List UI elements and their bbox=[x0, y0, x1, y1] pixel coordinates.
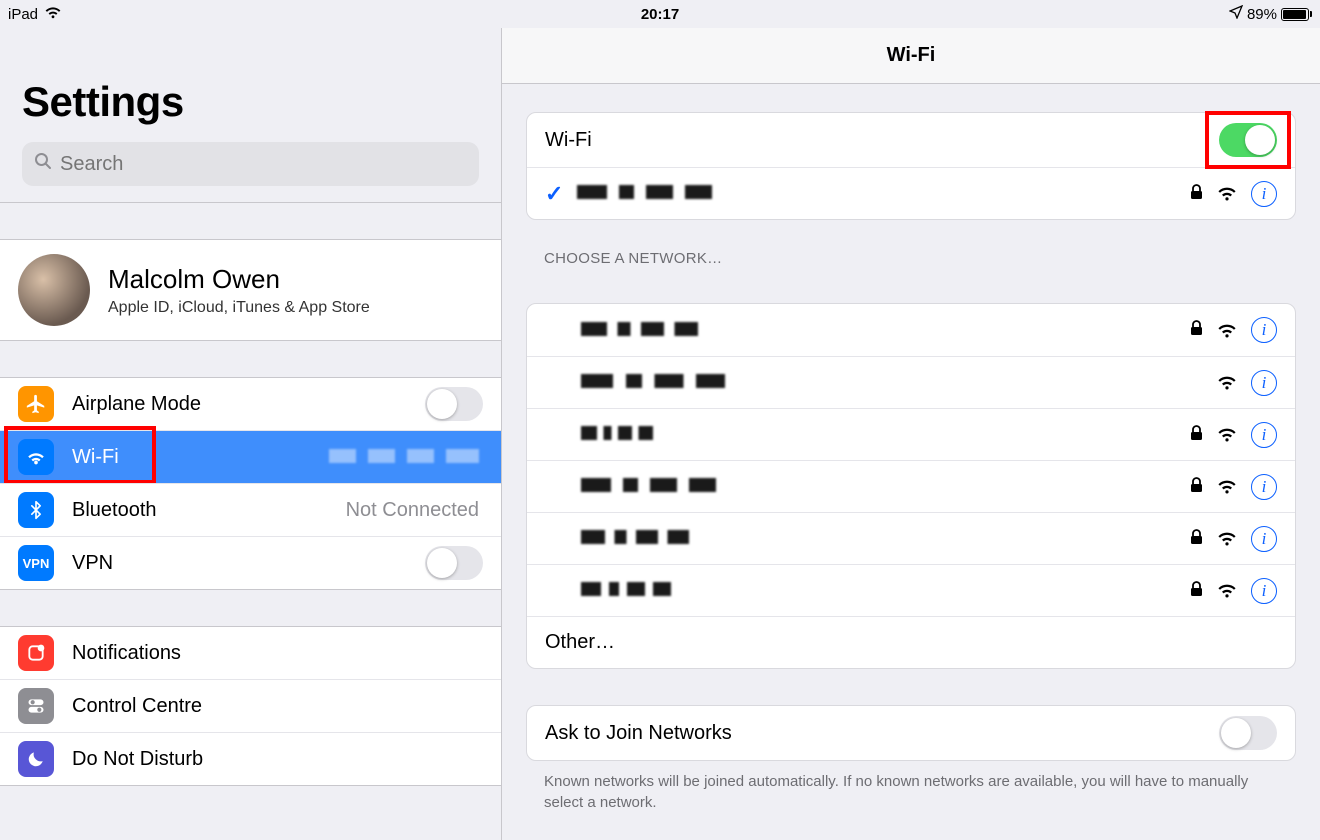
notifications-icon bbox=[18, 635, 54, 671]
vpn-toggle[interactable] bbox=[425, 546, 483, 580]
wifi-signal-icon bbox=[1217, 583, 1237, 598]
airplane-toggle[interactable] bbox=[425, 387, 483, 421]
clock: 20:17 bbox=[641, 6, 679, 23]
ask-to-join-toggle[interactable] bbox=[1219, 716, 1277, 750]
control-centre-label: Control Centre bbox=[72, 695, 483, 718]
wifi-signal-icon bbox=[1217, 186, 1237, 201]
sidebar-item-control-centre[interactable]: Control Centre bbox=[0, 679, 501, 732]
network-row[interactable]: i bbox=[527, 356, 1295, 408]
wifi-switch-row: Wi-Fi bbox=[527, 113, 1295, 167]
sidebar-item-do-not-disturb[interactable]: Do Not Disturb bbox=[0, 732, 501, 785]
wifi-signal-icon bbox=[1217, 479, 1237, 494]
info-button[interactable]: i bbox=[1251, 317, 1277, 343]
do-not-disturb-icon bbox=[18, 741, 54, 777]
sidebar-item-wifi[interactable]: Wi-Fi bbox=[0, 430, 501, 483]
info-button[interactable]: i bbox=[1251, 422, 1277, 448]
sidebar-item-airplane-mode[interactable]: Airplane Mode bbox=[0, 378, 501, 430]
info-button[interactable]: i bbox=[1251, 370, 1277, 396]
available-networks-list: i i i i i i Other… bbox=[526, 303, 1296, 669]
network-ssid bbox=[581, 319, 711, 342]
info-button[interactable]: i bbox=[1251, 474, 1277, 500]
avatar bbox=[18, 254, 90, 326]
wifi-switch-label: Wi-Fi bbox=[545, 129, 592, 152]
network-ssid bbox=[581, 579, 681, 602]
battery-icon bbox=[1281, 8, 1312, 21]
ask-to-join-label: Ask to Join Networks bbox=[545, 722, 732, 745]
search-field[interactable] bbox=[22, 142, 479, 186]
status-bar: iPad 20:17 89% bbox=[0, 0, 1320, 28]
detail-title: Wi-Fi bbox=[502, 28, 1320, 84]
account-name: Malcolm Owen bbox=[108, 264, 370, 295]
search-input[interactable] bbox=[60, 153, 467, 176]
lock-icon bbox=[1190, 184, 1203, 204]
wifi-master-toggle[interactable] bbox=[1219, 123, 1277, 157]
wifi-value bbox=[329, 446, 483, 469]
other-label: Other… bbox=[545, 631, 615, 654]
wifi-signal-icon bbox=[1217, 531, 1237, 546]
lock-icon bbox=[1190, 477, 1203, 497]
ask-to-join-row: Ask to Join Networks bbox=[527, 706, 1295, 760]
ask-to-join-footer: Known networks will be joined automatica… bbox=[526, 761, 1296, 813]
other-network-row[interactable]: Other… bbox=[527, 616, 1295, 668]
detail-panel: Wi-Fi Wi-Fi ✓ bbox=[502, 28, 1320, 840]
lock-icon bbox=[1190, 581, 1203, 601]
connected-network-row[interactable]: ✓ i bbox=[527, 167, 1295, 219]
network-ssid bbox=[581, 371, 741, 394]
network-ssid bbox=[581, 475, 731, 498]
choose-network-header: Choose a Network… bbox=[526, 220, 1296, 275]
vpn-icon: VPN bbox=[18, 545, 54, 581]
network-ssid bbox=[581, 527, 701, 550]
apple-id-row[interactable]: Malcolm Owen Apple ID, iCloud, iTunes & … bbox=[0, 240, 501, 340]
location-icon bbox=[1229, 5, 1243, 23]
info-button[interactable]: i bbox=[1251, 578, 1277, 604]
device-label: iPad bbox=[8, 6, 38, 23]
lock-icon bbox=[1190, 425, 1203, 445]
bluetooth-value: Not Connected bbox=[346, 499, 483, 522]
network-ssid bbox=[581, 423, 661, 446]
account-subtitle: Apple ID, iCloud, iTunes & App Store bbox=[108, 299, 370, 317]
wifi-signal-icon bbox=[1217, 323, 1237, 338]
sidebar-item-bluetooth[interactable]: Bluetooth Not Connected bbox=[0, 483, 501, 536]
wifi-signal-icon bbox=[1217, 375, 1237, 390]
wifi-status-icon bbox=[44, 6, 62, 23]
sidebar-item-notifications[interactable]: Notifications bbox=[0, 627, 501, 679]
info-button[interactable]: i bbox=[1251, 181, 1277, 207]
lock-icon bbox=[1190, 320, 1203, 340]
wifi-icon bbox=[18, 439, 54, 475]
dnd-label: Do Not Disturb bbox=[72, 748, 483, 771]
vpn-label: VPN bbox=[72, 552, 425, 575]
network-row[interactable]: i bbox=[527, 564, 1295, 616]
network-row[interactable]: i bbox=[527, 304, 1295, 356]
checkmark-icon: ✓ bbox=[545, 181, 563, 207]
sidebar-item-vpn[interactable]: VPN VPN bbox=[0, 536, 501, 589]
battery-percent: 89% bbox=[1247, 6, 1277, 23]
control-centre-icon bbox=[18, 688, 54, 724]
bluetooth-label: Bluetooth bbox=[72, 499, 346, 522]
notifications-label: Notifications bbox=[72, 642, 483, 665]
wifi-label: Wi-Fi bbox=[72, 446, 329, 469]
network-row[interactable]: i bbox=[527, 460, 1295, 512]
network-row[interactable]: i bbox=[527, 512, 1295, 564]
page-title: Settings bbox=[0, 28, 501, 134]
bluetooth-icon bbox=[18, 492, 54, 528]
info-button[interactable]: i bbox=[1251, 526, 1277, 552]
airplane-icon bbox=[18, 386, 54, 422]
connected-ssid bbox=[577, 182, 727, 205]
search-icon bbox=[34, 152, 52, 176]
lock-icon bbox=[1190, 529, 1203, 549]
settings-sidebar: Settings Malcolm Owen Apple ID, iCloud, … bbox=[0, 28, 502, 840]
wifi-signal-icon bbox=[1217, 427, 1237, 442]
airplane-label: Airplane Mode bbox=[72, 393, 425, 416]
network-row[interactable]: i bbox=[527, 408, 1295, 460]
